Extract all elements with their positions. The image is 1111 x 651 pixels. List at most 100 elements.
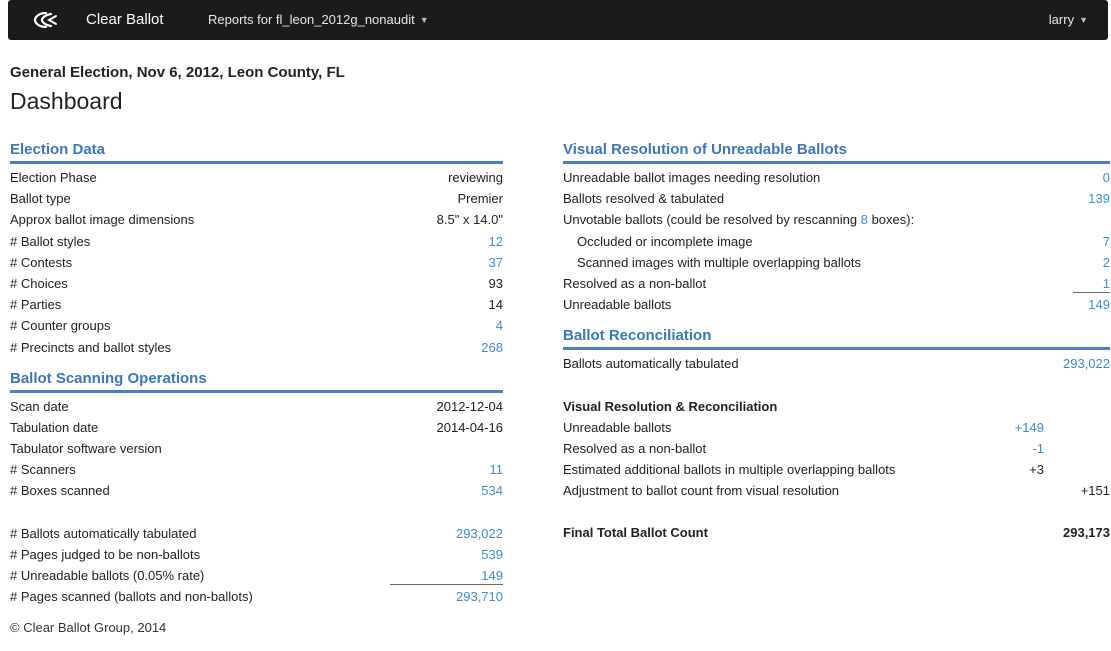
row-value: reviewing (448, 170, 503, 185)
row-label: Unreadable ballot images needing resolut… (563, 170, 821, 185)
reconciliation-subheading: Visual Resolution & Reconciliation (563, 398, 778, 414)
list-item: Tabulation date 2014-04-16 (10, 417, 503, 438)
reconciliation-heading: Ballot Reconciliation (563, 327, 1110, 351)
unvotable-suffix: boxes): (867, 212, 915, 228)
list-item: Approx ballot image dimensions 8.5" x 14.… (10, 209, 503, 230)
row-label: Unreadable ballots (563, 419, 672, 435)
row-label: # Contests (10, 254, 73, 270)
list-item: # Ballots automatically tabulated 293,022 (10, 523, 503, 544)
list-item: Adjustment to ballot count from visual r… (563, 480, 1110, 501)
list-item: Tabulator software version (10, 438, 503, 459)
list-item: # Boxes scanned 534 (10, 480, 503, 501)
overlapping-link[interactable]: 2 (1103, 252, 1110, 273)
row-value: +3 (1029, 462, 1044, 478)
row-label: Ballots resolved & tabulated (563, 191, 725, 207)
right-column: Visual Resolution of Unreadable Ballots … (563, 141, 1110, 544)
list-item: Estimated additional ballots in multiple… (563, 459, 1110, 480)
list-item: # Pages scanned (ballots and non-ballots… (10, 586, 503, 607)
row-label: Final Total Ballot Count (563, 525, 708, 541)
row-label: # Pages scanned (ballots and non-ballots… (10, 589, 253, 605)
brand-name[interactable]: Clear Ballot (86, 11, 164, 28)
needing-resolution-link[interactable]: 0 (1103, 167, 1110, 188)
row-label: # Ballots automatically tabulated (10, 525, 197, 541)
list-item: # Counter groups 4 (10, 315, 503, 336)
user-name: larry (1048, 12, 1075, 27)
row-label: Unreadable ballots (563, 297, 672, 313)
row-value: 93 (488, 275, 503, 291)
row-label: Tabulation date (10, 419, 99, 435)
list-item: Unreadable ballot images needing resolut… (563, 167, 1110, 188)
precincts-link[interactable]: 268 (481, 337, 503, 358)
list-item: Ballots resolved & tabulated 139 (563, 188, 1110, 209)
unvotable-prefix: Unvotable ballots (could be resolved by … (563, 212, 861, 228)
list-item: # Pages judged to be non-ballots 539 (10, 544, 503, 565)
list-item: Election Phase reviewing (10, 167, 503, 188)
row-label: # Ballot styles (10, 233, 91, 249)
row-label: # Parties (10, 297, 62, 313)
clear-ballot-logo[interactable] (32, 10, 58, 30)
auto-tabulated-link[interactable]: 293,022 (1063, 353, 1110, 374)
list-item: Unreadable ballots +149 (563, 417, 1110, 438)
rescan-boxes-link[interactable]: 8 (861, 212, 868, 227)
user-menu[interactable]: larry ▼ (1049, 12, 1088, 27)
list-item: Ballot type Premier (10, 188, 503, 209)
occluded-link[interactable]: 7 (1103, 231, 1110, 252)
row-value: 2012-12-04 (436, 398, 504, 414)
sub-heading: Visual Resolution & Reconciliation (563, 396, 1110, 417)
unreadable-link[interactable]: 149 (481, 565, 503, 586)
reports-dropdown[interactable]: Reports for fl_leon_2012g_nonaudit ▼ (208, 12, 429, 27)
list-item: Occluded or incomplete image 7 (563, 231, 1110, 252)
final-total-row: Final Total Ballot Count 293,173 (563, 522, 1110, 543)
ballot-styles-link[interactable]: 12 (489, 231, 503, 252)
counter-groups-link[interactable]: 4 (496, 315, 503, 336)
row-label: # Precincts and ballot styles (10, 339, 172, 355)
list-item: # Choices 93 (10, 273, 503, 294)
list-item: # Ballot styles 12 (10, 231, 503, 252)
row-label: # Pages judged to be non-ballots (10, 546, 201, 562)
list-item: Scan date 2012-12-04 (10, 396, 503, 417)
list-item: # Unreadable ballots (0.05% rate) 149 (10, 565, 503, 586)
row-label: # Counter groups (10, 318, 111, 334)
chevron-down-icon: ▼ (419, 15, 429, 25)
non-ballot-link[interactable]: 1 (1103, 273, 1110, 294)
list-item: Resolved as a non-ballot 1 (563, 273, 1110, 294)
row-label: Scanned images with multiple overlapping… (577, 254, 861, 270)
row-label: Resolved as a non-ballot (563, 440, 707, 456)
resolved-tabulated-link[interactable]: 139 (1088, 188, 1110, 209)
sum-rule (390, 584, 503, 586)
row-label: Estimated additional ballots in multiple… (563, 462, 896, 478)
election-subtitle: General Election, Nov 6, 2012, Leon Coun… (10, 64, 345, 81)
contests-link[interactable]: 37 (489, 252, 503, 273)
top-navbar: Clear Ballot Reports for fl_leon_2012g_n… (8, 0, 1108, 40)
reports-label: Reports for fl_leon_2012g_nonaudit (208, 12, 415, 27)
scanners-link[interactable]: 11 (490, 459, 504, 480)
ballots-tabulated-link[interactable]: 293,022 (456, 523, 503, 544)
list-item: Ballots automatically tabulated 293,022 (563, 353, 1110, 374)
row-label: Election Phase (10, 170, 97, 185)
boxes-scanned-link[interactable]: 534 (481, 480, 503, 501)
unreadable-total-link[interactable]: 149 (1088, 294, 1110, 315)
final-total-value: 293,173 (1063, 525, 1110, 541)
list-item: Resolved as a non-ballot -1 (563, 438, 1110, 459)
election-data-heading: Election Data (10, 141, 503, 164)
unvotable-label: Unvotable ballots (could be resolved by … (563, 209, 914, 230)
row-label: Ballots automatically tabulated (563, 356, 739, 372)
list-item: # Parties 14 (10, 294, 503, 315)
row-label: # Unreadable ballots (0.05% rate) (10, 568, 205, 583)
row-value: +151 (1080, 483, 1110, 499)
row-label: # Scanners (10, 462, 76, 478)
row-label: Resolved as a non-ballot (563, 275, 707, 291)
footer-copyright: © Clear Ballot Group, 2014 (10, 620, 167, 635)
row-label: Tabulator software version (10, 441, 162, 457)
list-item: Scanned images with multiple overlapping… (563, 252, 1110, 273)
non-ballots-link[interactable]: 539 (481, 544, 503, 565)
row-label: # Choices (10, 275, 68, 291)
pages-scanned-link[interactable]: 293,710 (456, 586, 503, 607)
unreadable-adjust-link[interactable]: +149 (1015, 417, 1044, 438)
list-item: Unvotable ballots (could be resolved by … (563, 209, 1110, 230)
row-value: 2014-04-16 (436, 419, 504, 435)
non-ballot-adjust-link[interactable]: -1 (1032, 438, 1044, 459)
row-label: Ballot type (10, 191, 71, 207)
row-value: 14 (488, 297, 503, 313)
row-value: Premier (457, 191, 503, 207)
